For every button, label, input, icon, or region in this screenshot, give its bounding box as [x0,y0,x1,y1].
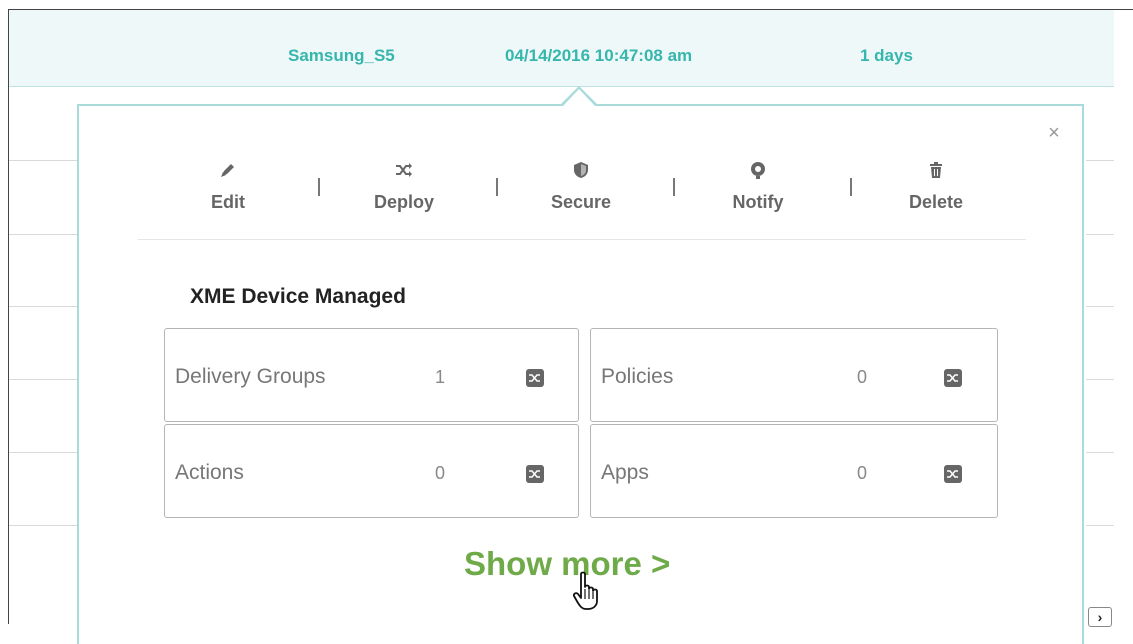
action-separator [850,178,852,196]
card-policies: Policies 0 [590,328,998,422]
edit-button[interactable]: Edit [183,160,273,213]
table-row-line [9,452,77,453]
delete-label: Delete [908,192,964,212]
shuffle-icon[interactable] [526,465,544,483]
shuffle-icon[interactable] [526,369,544,387]
shield-icon [536,160,626,186]
card-delivery-groups: Delivery Groups 1 [164,328,579,422]
table-row-line [1086,379,1114,380]
card-label: Delivery Groups [175,365,326,388]
shuffle-icon [359,160,449,186]
page-frame-left [8,9,9,624]
popover-caret-fill [563,89,595,106]
trash-icon [891,160,981,186]
shuffle-icon[interactable] [944,465,962,483]
close-icon[interactable]: × [1044,122,1064,144]
table-row-line [9,160,77,161]
duration-cell: 1 days [860,46,913,65]
shuffle-icon[interactable] [944,369,962,387]
table-row-line [1086,452,1114,453]
card-count: 0 [435,463,446,483]
card-count: 0 [857,463,868,483]
show-more-link[interactable]: Show more > [464,545,670,583]
secure-label: Secure [550,192,612,212]
deploy-button[interactable]: Deploy [359,160,449,213]
table-row-line [1086,525,1114,526]
card-apps: Apps 0 [590,424,998,518]
card-count: 1 [435,367,446,387]
notify-label: Notify [732,192,784,212]
next-page-button[interactable]: › [1088,607,1112,627]
action-separator [496,178,498,196]
notify-button[interactable]: Notify [713,160,803,213]
deploy-label: Deploy [373,192,434,212]
card-label: Policies [601,365,674,388]
bell-icon [713,160,803,186]
table-row-line [9,525,77,526]
table-row-line [9,379,77,380]
action-separator [318,178,320,196]
last-access-cell: 04/14/2016 10:47:08 am [505,46,693,65]
table-row-line [1086,160,1114,161]
device-name-cell[interactable]: Samsung_S5 [288,46,395,66]
card-label: Apps [601,461,649,484]
card-actions: Actions 0 [164,424,579,518]
table-row-line [1086,306,1114,307]
edit-label: Edit [211,192,245,212]
card-label: Actions [175,461,244,484]
section-title: XME Device Managed [190,285,406,308]
card-count: 0 [857,367,868,387]
table-row-line [9,234,77,235]
table-row-line [1086,234,1114,235]
action-bar-divider [138,239,1026,240]
secure-button[interactable]: Secure [536,160,626,213]
pencil-icon [183,160,273,186]
delete-button[interactable]: Delete [891,160,981,213]
table-row-line [9,306,77,307]
device-table-row[interactable]: Samsung_S5 04/14/2016 10:47:08 am 1 days [9,10,1114,87]
action-separator [673,178,675,196]
hand-cursor-icon [572,571,598,610]
